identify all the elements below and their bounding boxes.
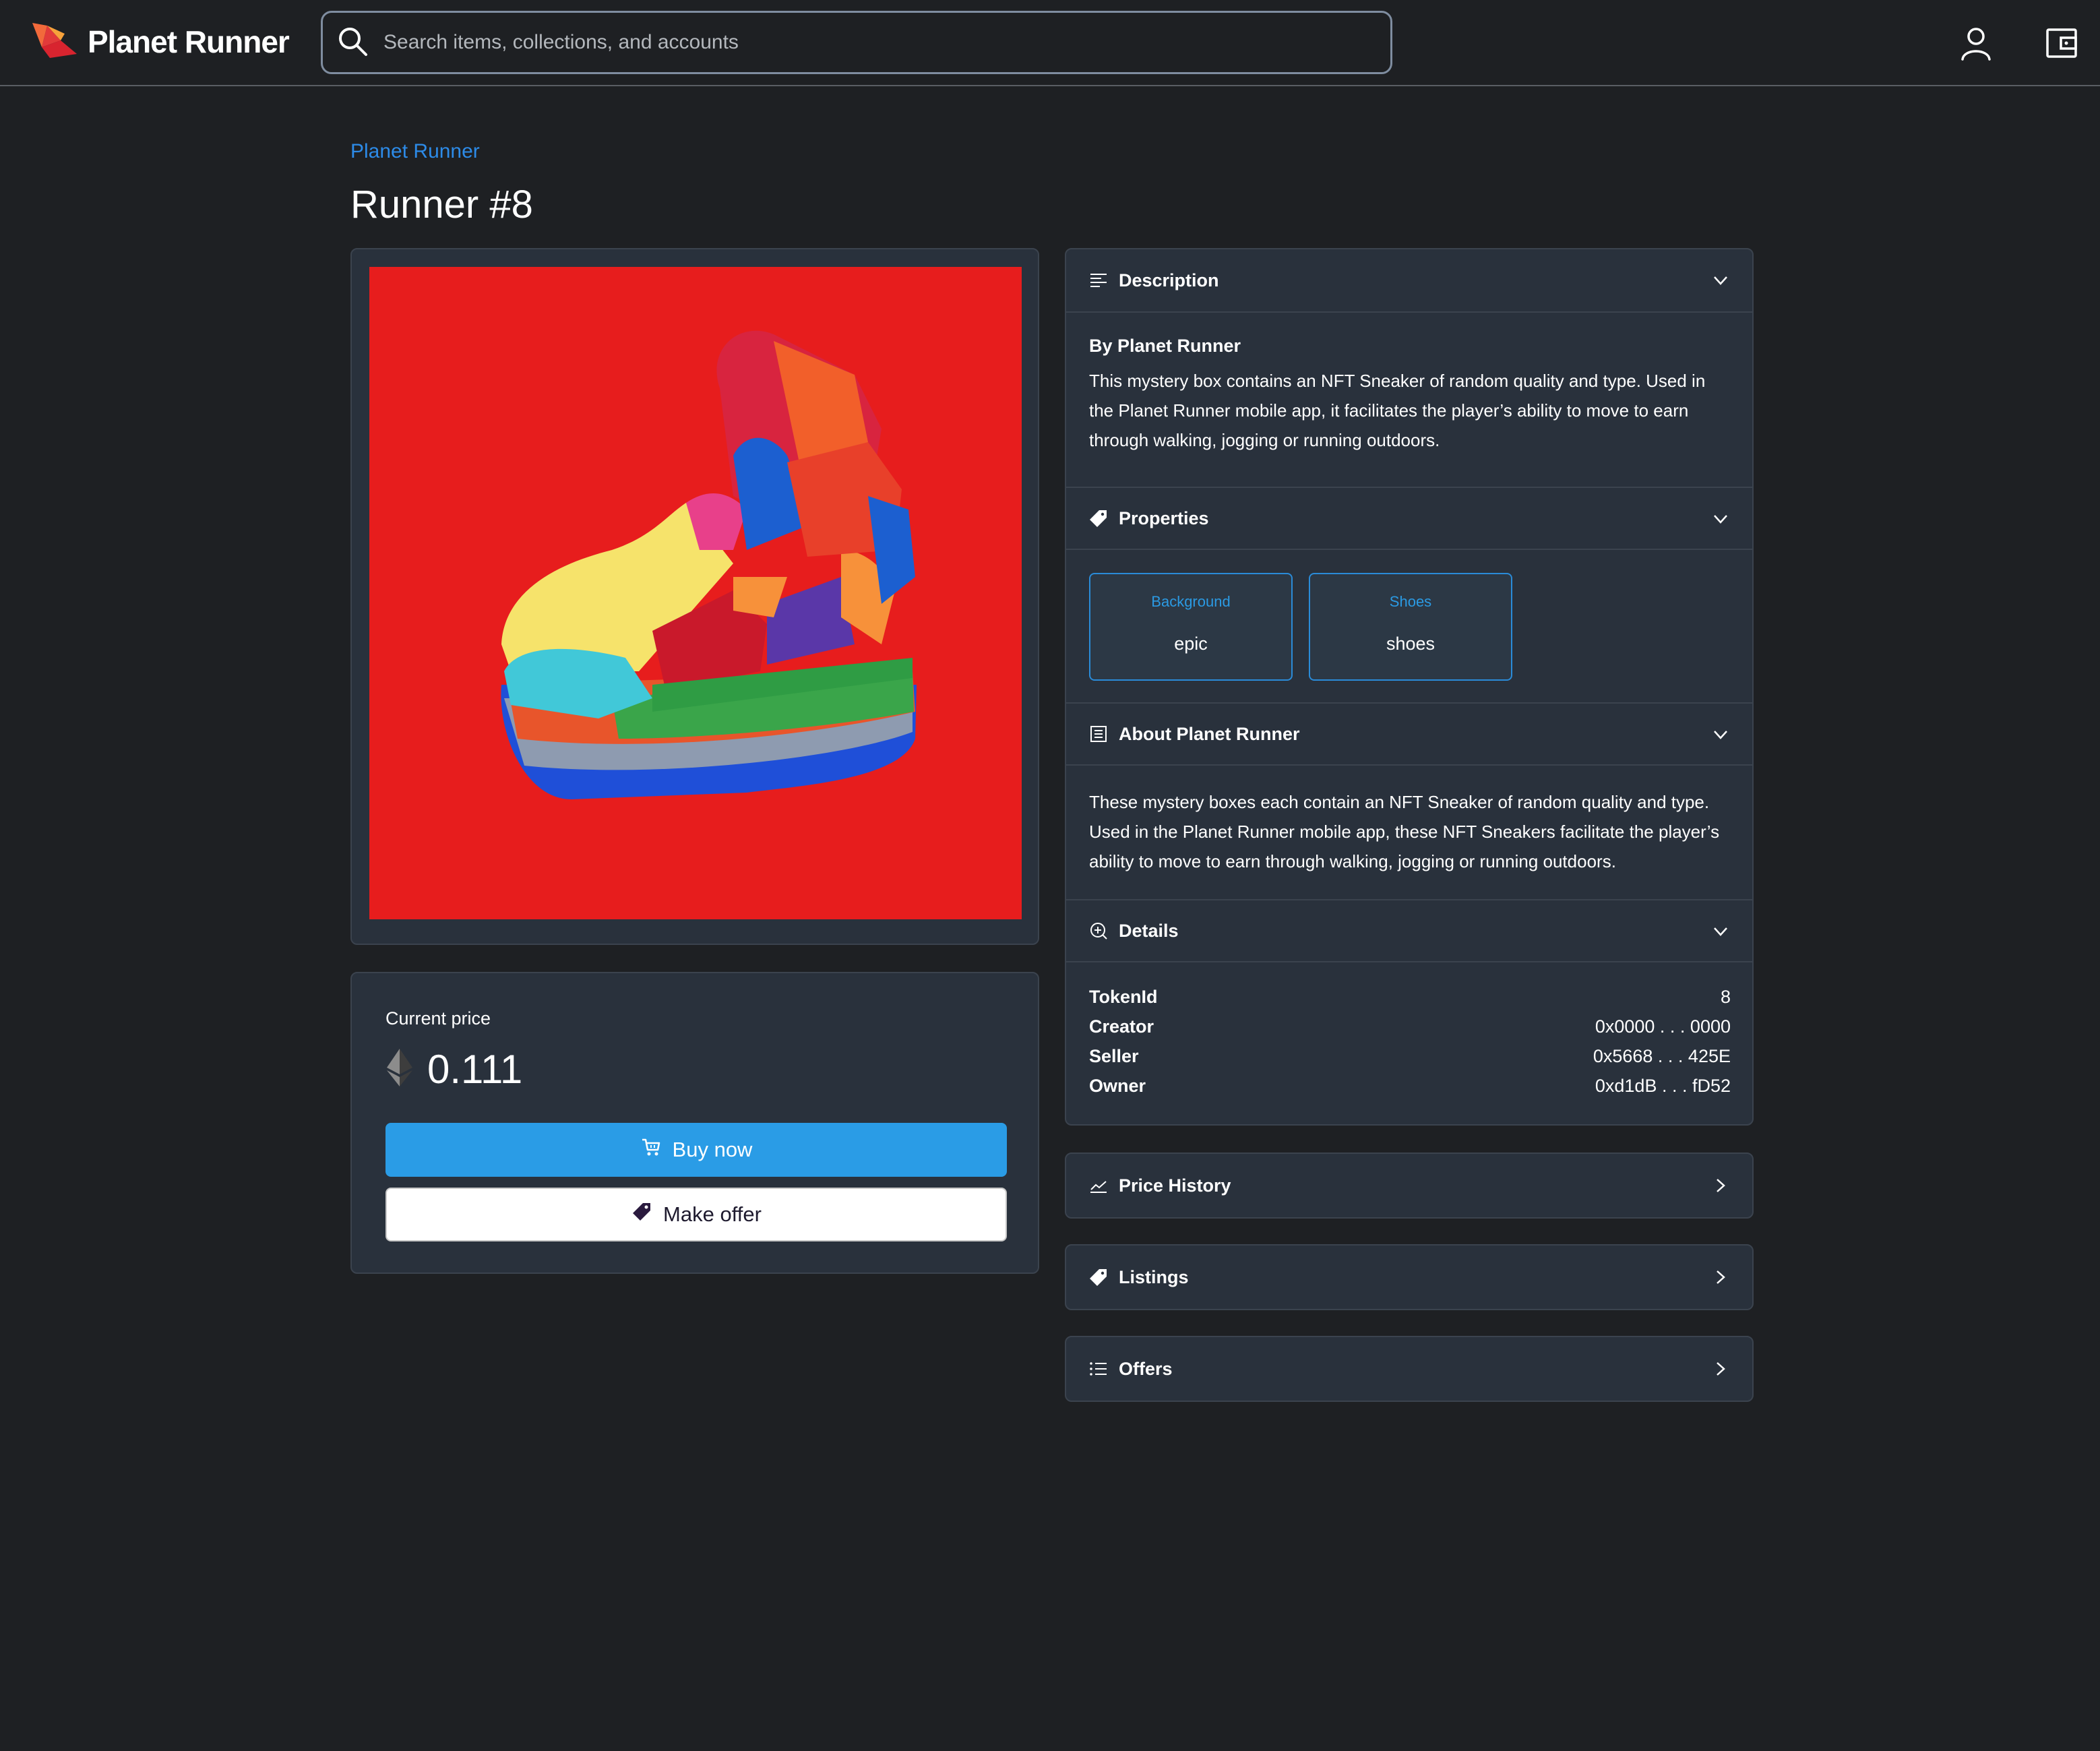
artwork-card [350,248,1039,945]
chevron-right-icon [1712,1177,1729,1194]
line-chart-icon [1089,1176,1108,1195]
detail-value[interactable]: 0x0000 . . . 0000 [1595,1016,1731,1046]
price-history-accordion[interactable]: Price History [1065,1153,1754,1219]
account-icon[interactable] [1957,24,1995,62]
tag-icon [1089,509,1108,528]
chevron-down-icon [1712,923,1729,940]
sneaker-illustration [501,330,917,799]
offers-accordion[interactable]: Offers [1065,1336,1754,1402]
chevron-down-icon [1712,272,1729,289]
property-trait: Shoes [1389,593,1432,610]
detail-row-token-id: TokenId 8 [1089,987,1731,1016]
logo-icon [30,20,80,64]
chevron-right-icon [1712,1360,1729,1378]
properties-label: Properties [1119,508,1209,528]
details-section-header[interactable]: Details [1066,899,1752,962]
wallet-icon[interactable] [2043,24,2081,62]
ethereum-icon [385,1047,414,1091]
about-body: These mystery boxes each contain an NFT … [1089,787,1731,876]
brand-logo[interactable]: Planet Runner [30,19,290,65]
description-body: By Planet Runner This mystery box contai… [1089,336,1731,455]
offers-label: Offers [1119,1358,1173,1379]
price-card: Current price 0.111 Buy now Make offer [350,972,1039,1274]
chevron-down-icon [1712,726,1729,743]
property-tile-background[interactable]: Background epic [1089,573,1293,681]
tag-icon [631,1201,652,1228]
price-row: 0.111 [385,1046,522,1093]
search-icon [336,25,369,61]
listings-accordion[interactable]: Listings [1065,1244,1754,1310]
price-history-label: Price History [1119,1175,1231,1196]
search-bar[interactable] [321,11,1392,74]
about-label: About Planet Runner [1119,723,1300,744]
cart-icon [640,1136,662,1163]
current-price-label: Current price [385,1008,491,1028]
collection-breadcrumb-link[interactable]: Planet Runner [350,140,480,163]
tag-icon [1089,1268,1108,1287]
make-offer-label: Make offer [663,1202,762,1226]
property-tile-shoes[interactable]: Shoes shoes [1309,573,1512,681]
properties-section-header[interactable]: Properties [1066,487,1752,550]
listings-label: Listings [1119,1266,1189,1287]
make-offer-button[interactable]: Make offer [385,1188,1007,1241]
item-info-panel: Description By Planet Runner This myster… [1065,248,1754,1126]
creator-byline: By Planet Runner [1089,336,1241,356]
detail-key: Seller [1089,1046,1139,1066]
search-input[interactable] [383,31,1327,54]
price-value: 0.111 [427,1047,523,1092]
detail-row-owner: Owner 0xd1dB . . . fD52 [1089,1076,1731,1105]
property-value: shoes [1386,634,1435,654]
text-align-icon [1089,271,1108,290]
detail-value[interactable]: 0x5668 . . . 425E [1593,1046,1731,1076]
description-text: This mystery box contains an NFT Sneaker… [1089,371,1706,450]
property-trait: Background [1151,593,1231,610]
description-label: Description [1119,270,1219,290]
chevron-right-icon [1712,1268,1729,1286]
detail-key: TokenId [1089,987,1158,1007]
detail-key: Owner [1089,1076,1146,1096]
detail-value[interactable]: 0xd1dB . . . fD52 [1595,1076,1731,1105]
property-value: epic [1174,634,1208,654]
description-section-header[interactable]: Description [1066,249,1752,313]
nft-artwork-image[interactable] [369,267,1022,919]
list-icon [1089,1359,1108,1378]
about-text: These mystery boxes each contain an NFT … [1089,792,1720,871]
brand-name: Planet Runner [88,24,290,59]
detail-value: 8 [1720,987,1731,1007]
buy-now-button[interactable]: Buy now [385,1123,1007,1177]
magnify-plus-icon [1089,921,1108,940]
chevron-down-icon [1712,510,1729,528]
about-section-header[interactable]: About Planet Runner [1066,702,1752,766]
buy-now-label: Buy now [672,1138,753,1161]
detail-row-seller: Seller 0x5668 . . . 425E [1089,1046,1731,1076]
collection-info-icon [1089,725,1108,743]
detail-key: Creator [1089,1016,1154,1037]
top-navigation-bar: Planet Runner [0,0,2100,86]
details-label: Details [1119,920,1179,941]
detail-row-creator: Creator 0x0000 . . . 0000 [1089,1016,1731,1046]
page-title: Runner #8 [350,183,533,226]
